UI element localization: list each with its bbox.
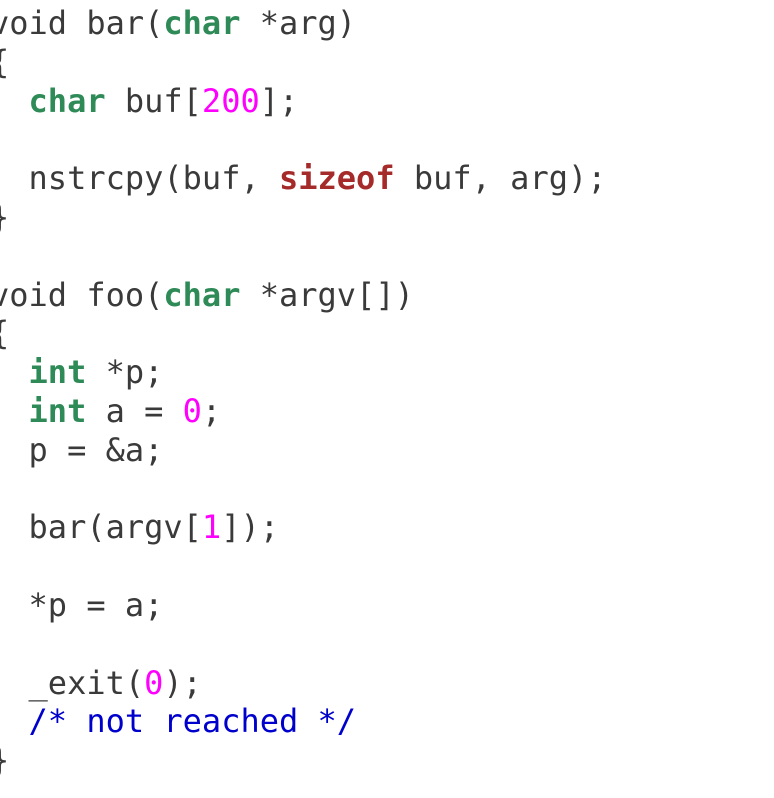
code-line: } xyxy=(0,741,607,780)
code-text: p = &a; xyxy=(0,430,164,469)
code-text: *arg) xyxy=(240,4,357,42)
code-text: bar(argv[ xyxy=(0,508,202,547)
number-literal: 1 xyxy=(201,508,222,547)
code-line: /* not reached */ xyxy=(0,702,607,741)
sizeof-token: sizeof xyxy=(278,159,395,198)
number-literal: 200 xyxy=(201,81,260,120)
code-text: a = xyxy=(86,391,183,430)
code-editor[interactable]: void bar(char *arg){ char buf[200]; nstr… xyxy=(0,4,607,780)
keyword-token: char xyxy=(163,4,241,42)
code-text: ); xyxy=(163,663,202,702)
keyword-token: int xyxy=(28,353,87,392)
code-line: { xyxy=(0,314,607,353)
code-text: } xyxy=(0,198,9,236)
code-line: _exit(0); xyxy=(0,664,607,703)
code-text: _exit( xyxy=(0,663,145,702)
code-text: buf, arg); xyxy=(394,159,607,198)
code-text: ]; xyxy=(259,81,299,120)
code-line: *p = a; xyxy=(0,586,607,625)
code-text: *p; xyxy=(86,353,164,392)
code-line: void bar(char *arg) xyxy=(0,4,607,43)
code-line: } xyxy=(0,198,607,237)
keyword-token: char xyxy=(28,81,106,120)
code-line: { xyxy=(0,43,607,82)
keyword-token: char xyxy=(163,275,241,314)
code-line: bar(argv[1]); xyxy=(0,508,607,547)
code-line: p = &a; xyxy=(0,431,607,470)
code-text: ; xyxy=(201,391,222,430)
code-line: nstrcpy(buf, sizeof buf, arg); xyxy=(0,159,607,198)
number-literal: 0 xyxy=(144,663,164,702)
code-line: int *p; xyxy=(0,353,607,392)
code-text: { xyxy=(0,314,9,352)
code-text: void bar( xyxy=(0,4,164,42)
code-text: *p = a; xyxy=(0,585,164,624)
code-text: ]); xyxy=(221,508,279,547)
code-text: } xyxy=(0,741,9,779)
code-text: nstrcpy(buf, xyxy=(0,159,279,198)
code-text: buf[ xyxy=(105,81,202,120)
comment-token: /* not reached */ xyxy=(28,702,357,741)
code-line: void foo(char *argv[]) xyxy=(0,276,607,315)
code-text: void foo( xyxy=(0,275,164,314)
keyword-token: int xyxy=(28,391,87,430)
number-literal: 0 xyxy=(182,391,202,430)
code-text: *argv[]) xyxy=(240,275,414,314)
code-line: int a = 0; xyxy=(0,392,607,431)
code-line: char buf[200]; xyxy=(0,82,607,121)
code-text: { xyxy=(0,43,9,81)
